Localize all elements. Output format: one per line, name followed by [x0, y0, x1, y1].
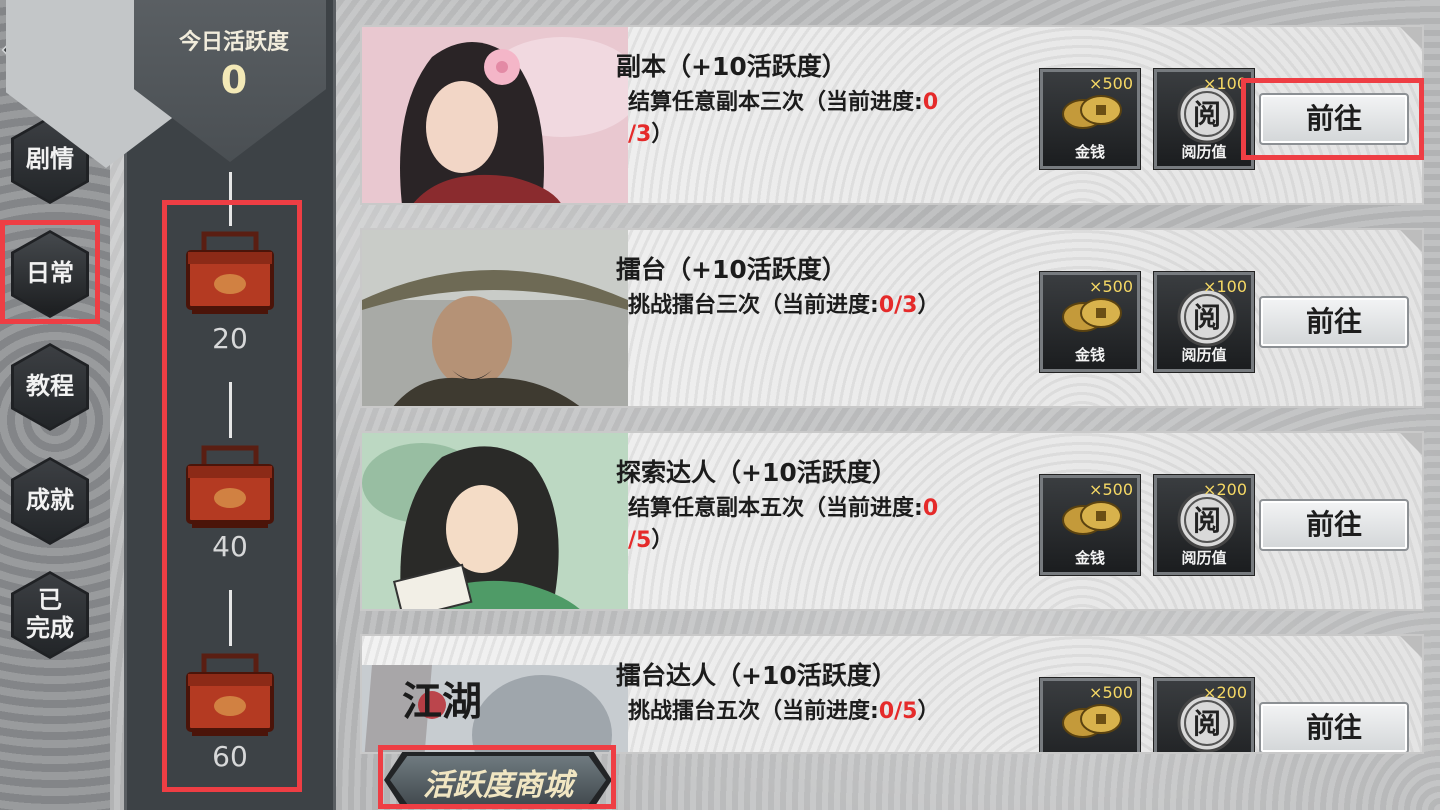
- quest-title: 擂台（+10活跃度）: [616, 255, 847, 284]
- reward-item-experience[interactable]: 阅 ×100 阅历值: [1153, 271, 1255, 373]
- quest-title: 探索达人（+10活跃度）: [616, 458, 897, 487]
- coins-icon: [1062, 298, 1122, 332]
- reward-count: ×100: [1203, 74, 1247, 93]
- quest-progress: 0: [922, 496, 939, 521]
- quest-desc-end: ）: [651, 121, 674, 147]
- reward-item-money[interactable]: ×500 金钱: [1039, 68, 1141, 170]
- activity-shop-button[interactable]: [384, 752, 612, 808]
- reward-item-experience[interactable]: 阅 ×100 阅历值: [1153, 68, 1255, 170]
- quest-desc-end: ）: [917, 293, 940, 318]
- quest-desc-text: 挑战擂台三次（当前进度:: [628, 293, 879, 318]
- reward-item-money[interactable]: ×500 金钱: [1039, 474, 1141, 576]
- reward-label: 阅历值: [1181, 143, 1227, 161]
- chest-icon[interactable]: [182, 440, 278, 532]
- portrait-woman-pink: [362, 27, 628, 203]
- tab-achievement-label: 成就: [26, 486, 74, 515]
- quest-card: 江湖 擂台达人（+10活跃度） 挑战擂台五次（当前进度:0/5） ×500 阅 …: [360, 634, 1424, 754]
- reward-count: ×500: [1089, 74, 1133, 93]
- milestone-connector: [229, 172, 232, 226]
- goto-button[interactable]: 前往: [1259, 296, 1409, 348]
- quest-desc-text: 挑战擂台五次（当前进度:: [628, 699, 879, 724]
- reward-label: 阅历值: [1181, 346, 1227, 364]
- svg-text:阅: 阅: [1193, 707, 1221, 740]
- quest-desc-text: 结算任意副本五次（当前进度:: [628, 496, 923, 521]
- milestone-label: 20: [212, 322, 248, 355]
- quest-card: 副本（+10活跃度） 结算任意副本三次（当前进度:0/3） ×500 金钱 阅 …: [360, 25, 1424, 205]
- reward-item-money[interactable]: ×500 金钱: [1039, 271, 1141, 373]
- reward-label: 金钱: [1074, 549, 1105, 567]
- quest-description: 挑战擂台三次（当前进度:0/3）: [628, 290, 988, 322]
- svg-text:阅: 阅: [1193, 98, 1221, 131]
- milestone-label: 60: [212, 740, 248, 773]
- activity-title: 今日活跃度: [178, 30, 289, 55]
- quest-card: 探索达人（+10活跃度） 结算任意副本五次（当前进度:0/5） ×500 金钱 …: [360, 431, 1424, 611]
- reward-count: ×100: [1203, 277, 1247, 296]
- goto-button[interactable]: 前往: [1259, 93, 1409, 145]
- quest-progress: 0/3: [878, 293, 918, 318]
- tab-completed-label: 已 完成: [26, 586, 74, 642]
- svg-text:阅: 阅: [1193, 504, 1221, 537]
- reward-label: 金钱: [1074, 143, 1105, 161]
- quest-description: 挑战擂台五次（当前进度:0/5）: [628, 696, 988, 728]
- quest-progress-total: /5: [628, 527, 652, 553]
- quest-progress: 0/5: [878, 699, 918, 724]
- quest-title: 副本（+10活跃度）: [616, 52, 847, 81]
- coins-icon: [1062, 95, 1122, 129]
- tab-tutorial-label: 教程: [26, 372, 74, 401]
- goto-button[interactable]: 前往: [1259, 702, 1409, 752]
- reward-item-experience[interactable]: 阅 ×200 阅历值: [1153, 474, 1255, 576]
- reward-count: ×500: [1089, 480, 1133, 499]
- reward-label: 金钱: [1074, 346, 1105, 364]
- portrait-woman-green: [362, 433, 628, 609]
- quest-progress-total: /3: [628, 121, 652, 147]
- quest-card: 擂台（+10活跃度） 挑战擂台三次（当前进度:0/3） ×500 金钱 阅 ×1…: [360, 228, 1424, 408]
- tab-daily-label: 日常: [26, 259, 74, 288]
- reward-label: 阅历值: [1181, 549, 1227, 567]
- reward-count: ×200: [1203, 480, 1247, 499]
- milestone-connector: [229, 590, 232, 646]
- quest-description: 结算任意副本三次（当前进度:0/3）: [628, 87, 988, 151]
- quest-desc-end: ）: [651, 527, 674, 553]
- reward-item-experience[interactable]: 阅 ×200: [1153, 677, 1255, 752]
- svg-text:阅: 阅: [1193, 301, 1221, 334]
- quest-title: 擂台达人（+10活跃度）: [616, 661, 897, 690]
- coins-icon: [1062, 704, 1122, 738]
- quest-description: 结算任意副本五次（当前进度:0/5）: [628, 493, 988, 557]
- reward-count: ×500: [1089, 277, 1133, 296]
- portrait-jianghu-calligraphy: 江湖: [362, 665, 628, 752]
- reward-count: ×200: [1203, 683, 1247, 702]
- portrait-calligraphy-char: 江湖: [402, 678, 482, 725]
- portrait-man-straw-hat: [362, 230, 628, 406]
- reward-count: ×500: [1089, 683, 1133, 702]
- chest-icon[interactable]: [182, 648, 278, 740]
- quest-desc-text: 结算任意副本三次（当前进度:: [628, 90, 923, 115]
- activity-value: 0: [220, 58, 248, 102]
- milestone-label: 40: [212, 530, 248, 563]
- reward-item-money[interactable]: ×500: [1039, 677, 1141, 752]
- quest-progress: 0: [922, 90, 939, 115]
- tab-story-label: 剧情: [26, 145, 74, 174]
- milestone-connector: [229, 382, 232, 438]
- quest-desc-end: ）: [917, 699, 940, 724]
- chest-icon[interactable]: [182, 226, 278, 318]
- coins-icon: [1062, 501, 1122, 535]
- goto-button[interactable]: 前往: [1259, 499, 1409, 551]
